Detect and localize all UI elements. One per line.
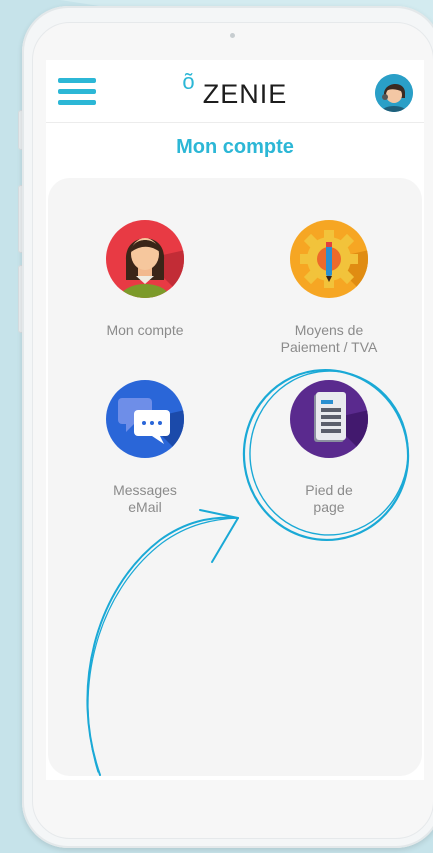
tile-mon-compte[interactable]: Mon compte [60,218,230,339]
page-title: Mon compte [176,136,294,158]
tile-moyens-paiement[interactable]: Moyens de Paiement / TVA [244,218,414,356]
tile-label: Moyens de Paiement / TVA [280,322,378,355]
tile-pied-de-page[interactable]: Pied de page [244,378,414,516]
phone-camera [230,33,235,38]
app-screen: õ ZENIE Mon compte Mon compte Moyens de … [46,60,424,780]
hamburger-menu-icon[interactable] [58,78,96,106]
tile-label: Mon compte [106,322,184,338]
top-bar: õ ZENIE [46,60,424,123]
chat-bubbles-icon [106,380,184,458]
woman-avatar-icon [106,220,184,298]
tile-label: Pied de page [305,482,353,515]
user-avatar-icon[interactable] [375,74,413,112]
tile-messages-email[interactable]: Messages eMail [60,378,230,516]
gear-pencil-icon [290,220,368,298]
document-icon [290,380,368,458]
app-logo: õ ZENIE [176,69,296,110]
tile-label: Messages eMail [113,482,177,515]
logo-mark: õ [182,69,196,94]
menu-panel: Mon compte Moyens de Paiement / TVA Mess… [48,178,422,776]
